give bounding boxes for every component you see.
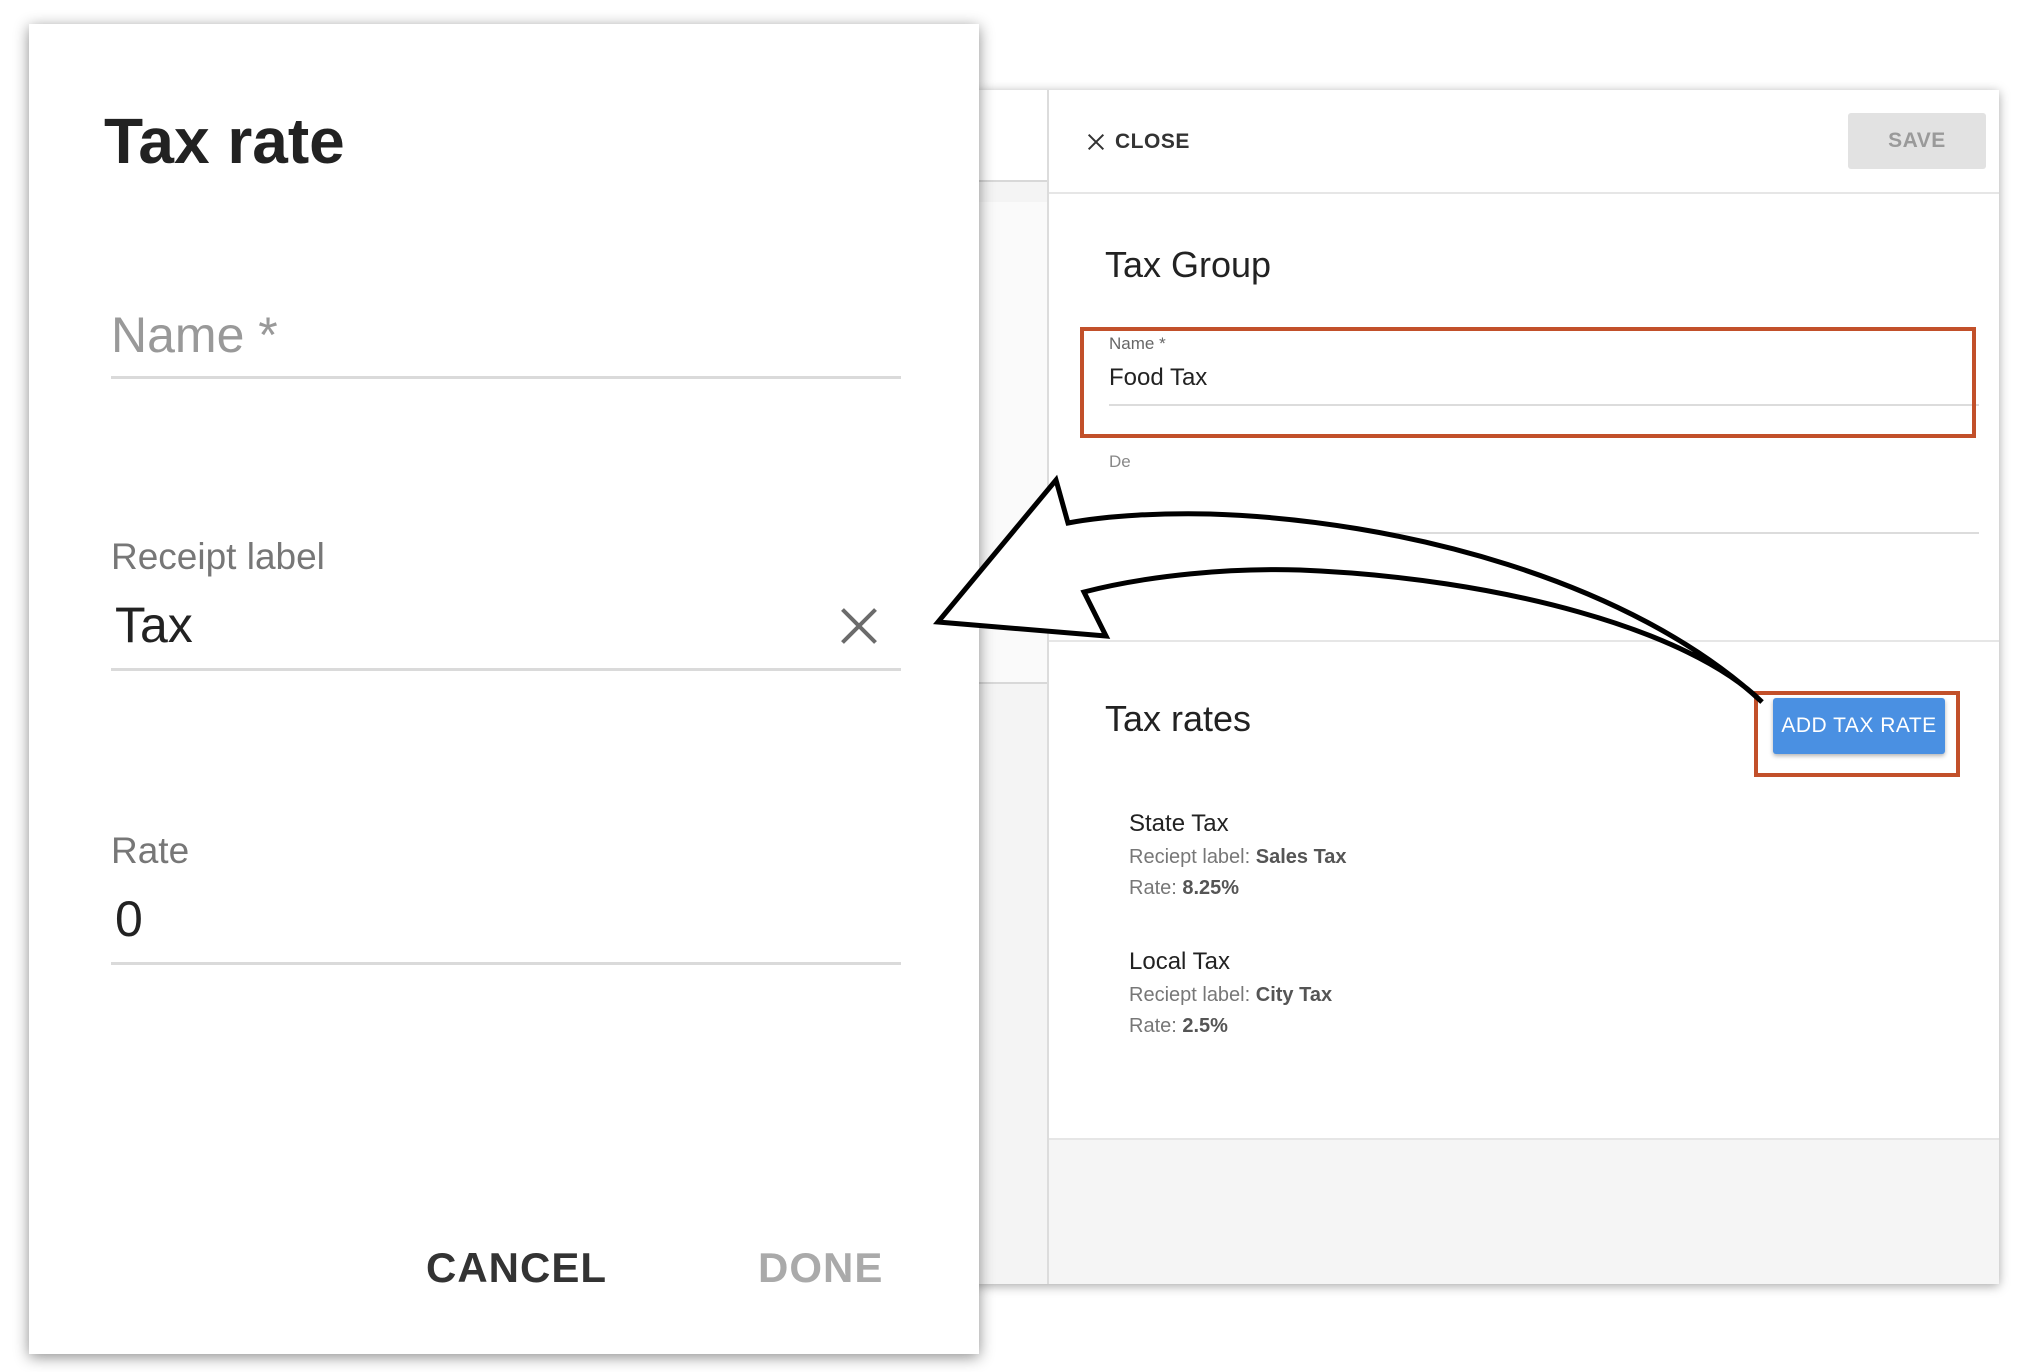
background-list-section — [975, 202, 1047, 684]
panel-header: CLOSE SAVE — [1049, 90, 1999, 194]
dialog-title: Tax rate — [104, 105, 345, 177]
tax-rate-dialog: Tax rate Name * Receipt label Tax Rate 0… — [29, 24, 979, 1354]
name-field[interactable]: Name * Food Tax — [1109, 334, 1979, 406]
receipt-value: Sales Tax — [1255, 846, 1347, 868]
receipt-prefix: Reciept label: — [1129, 984, 1256, 1006]
cancel-button[interactable]: CANCEL — [426, 1244, 607, 1292]
rate-value-line: Rate: 2.5% — [1129, 1015, 1332, 1038]
rate-label: Rate — [111, 830, 190, 871]
close-button[interactable]: CLOSE — [1085, 128, 1190, 156]
rate-name: Local Tax — [1129, 948, 1230, 975]
tax-rates-title: Tax rates — [1105, 698, 1252, 739]
description-field[interactable]: De — [1109, 452, 1979, 536]
close-icon — [1087, 133, 1105, 151]
rate-field[interactable]: Rate 0 — [111, 830, 901, 965]
save-button[interactable]: SAVE — [1848, 113, 1986, 169]
name-field-value[interactable]: Food Tax — [1109, 364, 1979, 406]
background-list-header — [975, 90, 1047, 182]
receipt-prefix: Reciept label: — [1129, 846, 1256, 868]
app-window: CLOSE SAVE Tax Group Name * Food Tax De … — [975, 90, 1999, 1284]
done-button[interactable]: DONE — [758, 1244, 883, 1292]
receipt-value: City Tax — [1255, 984, 1333, 1006]
name-input[interactable]: Name * — [111, 306, 901, 379]
rate-value: 2.5% — [1182, 1015, 1228, 1037]
rate-input[interactable]: 0 — [111, 890, 901, 965]
clear-icon[interactable] — [837, 604, 881, 648]
receipt-label-label: Receipt label — [111, 536, 325, 577]
description-field-label: De — [1109, 452, 1131, 471]
rate-value: 8.25% — [1182, 877, 1240, 899]
name-placeholder: Name * — [111, 306, 901, 379]
rate-receipt-label: Reciept label: Sales Tax — [1129, 846, 1347, 869]
name-field-label: Name * — [1109, 334, 1166, 353]
add-tax-rate-button[interactable]: ADD TAX RATE — [1773, 698, 1945, 754]
rate-value: 0 — [115, 891, 143, 947]
rate-receipt-label: Reciept label: City Tax — [1129, 984, 1332, 1007]
tax-group-section: Tax Group Name * Food Tax De — [1049, 194, 1999, 642]
rate-prefix: Rate: — [1129, 877, 1183, 899]
receipt-label-field[interactable]: Receipt label Tax — [111, 536, 901, 671]
receipt-label-value: Tax — [115, 597, 193, 653]
tax-group-panel: CLOSE SAVE Tax Group Name * Food Tax De … — [1049, 90, 1999, 1284]
list-item[interactable]: State Tax Reciept label: Sales Tax Rate:… — [1129, 810, 1347, 900]
rate-name: State Tax — [1129, 810, 1229, 837]
list-item[interactable]: Local Tax Reciept label: City Tax Rate: … — [1129, 948, 1332, 1038]
description-field-underline — [1109, 532, 1979, 534]
section-title: Tax Group — [1105, 244, 1272, 285]
rate-value-line: Rate: 8.25% — [1129, 877, 1347, 900]
tax-rates-section: Tax rates ADD TAX RATE State Tax Reciept… — [1049, 642, 1999, 1140]
receipt-label-input[interactable]: Tax — [111, 596, 901, 671]
rate-prefix: Rate: — [1129, 1015, 1183, 1037]
close-label: CLOSE — [1115, 130, 1190, 153]
